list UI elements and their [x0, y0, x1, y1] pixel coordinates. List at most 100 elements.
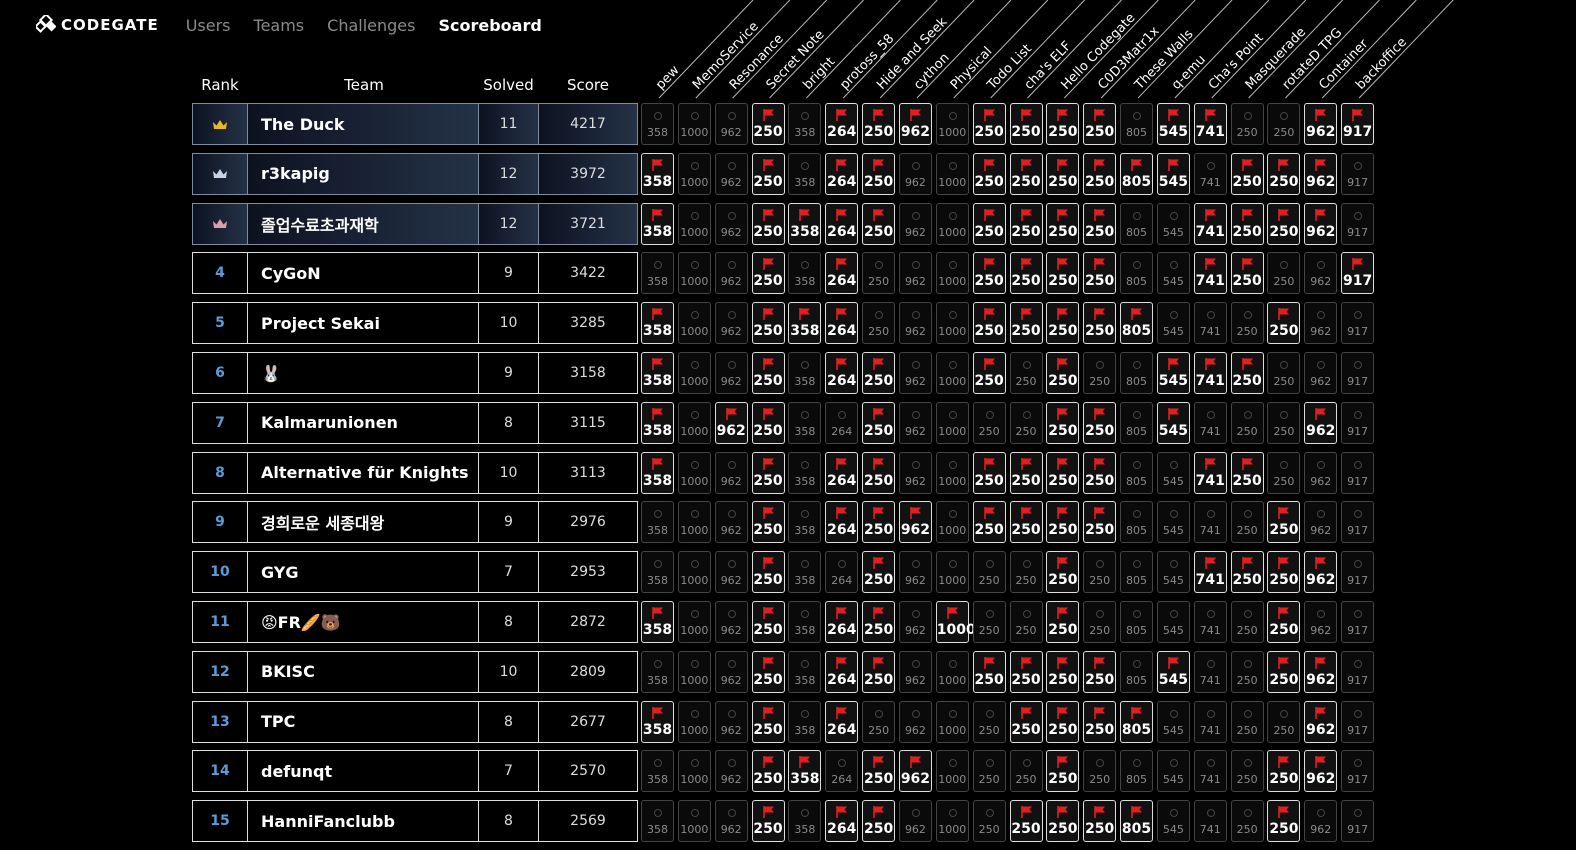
challenge-cell[interactable]: 264 [825, 103, 859, 145]
challenge-cell[interactable]: 741 [1193, 501, 1227, 544]
challenge-cell[interactable]: 358 [641, 551, 674, 594]
challenge-cell[interactable]: 250 [1267, 401, 1301, 444]
challenge-cell[interactable]: 250 [1009, 800, 1043, 843]
challenge-cell[interactable]: 1000 [677, 551, 711, 594]
challenge-cell[interactable]: 250 [1046, 302, 1080, 345]
challenge-cell[interactable]: 250 [972, 152, 1006, 195]
challenge-cell[interactable]: 545 [1156, 800, 1190, 843]
team-name-link[interactable]: BKISC [247, 650, 479, 693]
challenge-cell[interactable]: 250 [751, 202, 785, 245]
challenge-cell[interactable]: 1000 [935, 551, 969, 594]
challenge-cell[interactable]: 962 [714, 800, 748, 843]
challenge-cell[interactable]: 250 [972, 750, 1006, 793]
challenge-cell[interactable]: 805 [1120, 401, 1154, 444]
team-name-link[interactable]: 🐰 [247, 352, 479, 394]
challenge-cell[interactable]: 917 [1341, 352, 1375, 394]
challenge-cell[interactable]: 250 [1267, 601, 1301, 643]
challenge-cell[interactable]: 250 [1083, 650, 1117, 693]
challenge-cell[interactable]: 962 [714, 650, 748, 693]
challenge-cell[interactable]: 358 [788, 501, 822, 544]
challenge-cell[interactable]: 250 [972, 401, 1006, 444]
challenge-cell[interactable]: 250 [1267, 650, 1301, 693]
challenge-cell[interactable]: 250 [972, 302, 1006, 345]
challenge-cell[interactable]: 250 [972, 103, 1006, 145]
challenge-cell[interactable]: 805 [1120, 501, 1154, 544]
challenge-cell[interactable]: 805 [1120, 650, 1154, 693]
challenge-cell[interactable]: 962 [714, 551, 748, 594]
challenge-cell[interactable]: 917 [1341, 750, 1375, 793]
challenge-header-13[interactable]: These Walls [1131, 0, 1233, 99]
challenge-header-3[interactable]: Secret Note [764, 0, 864, 99]
challenge-cell[interactable]: 1000 [677, 501, 711, 544]
challenge-cell[interactable]: 250 [862, 103, 896, 145]
challenge-cell[interactable]: 250 [1046, 352, 1080, 394]
challenge-cell[interactable]: 250 [862, 202, 896, 245]
challenge-cell[interactable]: 962 [714, 352, 748, 394]
challenge-cell[interactable]: 250 [1267, 252, 1301, 295]
challenge-cell[interactable]: 358 [641, 601, 674, 643]
challenge-cell[interactable]: 358 [641, 103, 674, 145]
challenge-cell[interactable]: 545 [1156, 352, 1190, 394]
challenge-cell[interactable]: 264 [825, 202, 859, 245]
challenge-cell[interactable]: 358 [788, 152, 822, 195]
challenge-cell[interactable]: 250 [862, 451, 896, 494]
challenge-cell[interactable]: 250 [751, 750, 785, 793]
challenge-cell[interactable]: 917 [1341, 302, 1375, 345]
challenge-cell[interactable]: 250 [1009, 551, 1043, 594]
challenge-cell[interactable]: 1000 [677, 202, 711, 245]
challenge-cell[interactable]: 250 [972, 650, 1006, 693]
challenge-cell[interactable]: 962 [898, 302, 932, 345]
challenge-header-7[interactable]: cython [911, 0, 1012, 99]
challenge-cell[interactable]: 250 [1267, 451, 1301, 494]
challenge-cell[interactable]: 264 [825, 601, 859, 643]
challenge-cell[interactable]: 250 [1230, 352, 1264, 394]
challenge-cell[interactable]: 250 [1083, 800, 1117, 843]
challenge-cell[interactable]: 250 [1267, 750, 1301, 793]
challenge-cell[interactable]: 962 [898, 252, 932, 295]
challenge-cell[interactable]: 250 [972, 501, 1006, 544]
challenge-cell[interactable]: 962 [714, 750, 748, 793]
challenge-cell[interactable]: 962 [1304, 302, 1338, 345]
challenge-cell[interactable]: 1000 [677, 152, 711, 195]
challenge-cell[interactable]: 917 [1341, 601, 1375, 643]
challenge-cell[interactable]: 250 [1009, 152, 1043, 195]
challenge-header-19[interactable]: backoffice [1353, 0, 1454, 99]
challenge-cell[interactable]: 741 [1193, 252, 1227, 295]
challenge-cell[interactable]: 250 [1083, 152, 1117, 195]
challenge-header-15[interactable]: Cha's Point [1206, 0, 1307, 99]
nav-challenges[interactable]: Challenges [327, 16, 415, 35]
challenge-cell[interactable]: 264 [825, 451, 859, 494]
challenge-cell[interactable]: 1000 [935, 352, 969, 394]
challenge-cell[interactable]: 264 [825, 152, 859, 195]
challenge-cell[interactable]: 545 [1156, 103, 1190, 145]
challenge-cell[interactable]: 962 [898, 401, 932, 444]
challenge-cell[interactable]: 962 [714, 302, 748, 345]
team-name-link[interactable]: defunqt [247, 750, 479, 793]
challenge-cell[interactable]: 358 [788, 800, 822, 843]
challenge-cell[interactable]: 264 [825, 401, 859, 444]
challenge-cell[interactable]: 917 [1341, 451, 1375, 494]
challenge-cell[interactable]: 962 [898, 152, 932, 195]
challenge-cell[interactable]: 805 [1120, 700, 1154, 743]
challenge-cell[interactable]: 250 [862, 352, 896, 394]
challenge-cell[interactable]: 358 [641, 152, 674, 195]
challenge-cell[interactable]: 250 [1230, 451, 1264, 494]
challenge-cell[interactable]: 917 [1341, 103, 1375, 145]
challenge-header-1[interactable]: MemoService [690, 0, 791, 99]
challenge-cell[interactable]: 805 [1120, 152, 1154, 195]
challenge-cell[interactable]: 962 [714, 501, 748, 544]
challenge-cell[interactable]: 250 [1046, 601, 1080, 643]
challenge-cell[interactable]: 358 [788, 401, 822, 444]
challenge-cell[interactable]: 250 [862, 401, 896, 444]
challenge-cell[interactable]: 962 [898, 800, 932, 843]
challenge-cell[interactable]: 250 [1083, 401, 1117, 444]
challenge-cell[interactable]: 250 [1046, 401, 1080, 444]
challenge-cell[interactable]: 250 [1230, 501, 1264, 544]
challenge-cell[interactable]: 1000 [935, 401, 969, 444]
challenge-cell[interactable]: 917 [1341, 551, 1375, 594]
challenge-cell[interactable]: 250 [862, 551, 896, 594]
challenge-header-2[interactable]: Resonance [727, 0, 828, 99]
challenge-cell[interactable]: 250 [1046, 451, 1080, 494]
challenge-cell[interactable]: 962 [714, 202, 748, 245]
challenge-cell[interactable]: 962 [1304, 700, 1338, 743]
